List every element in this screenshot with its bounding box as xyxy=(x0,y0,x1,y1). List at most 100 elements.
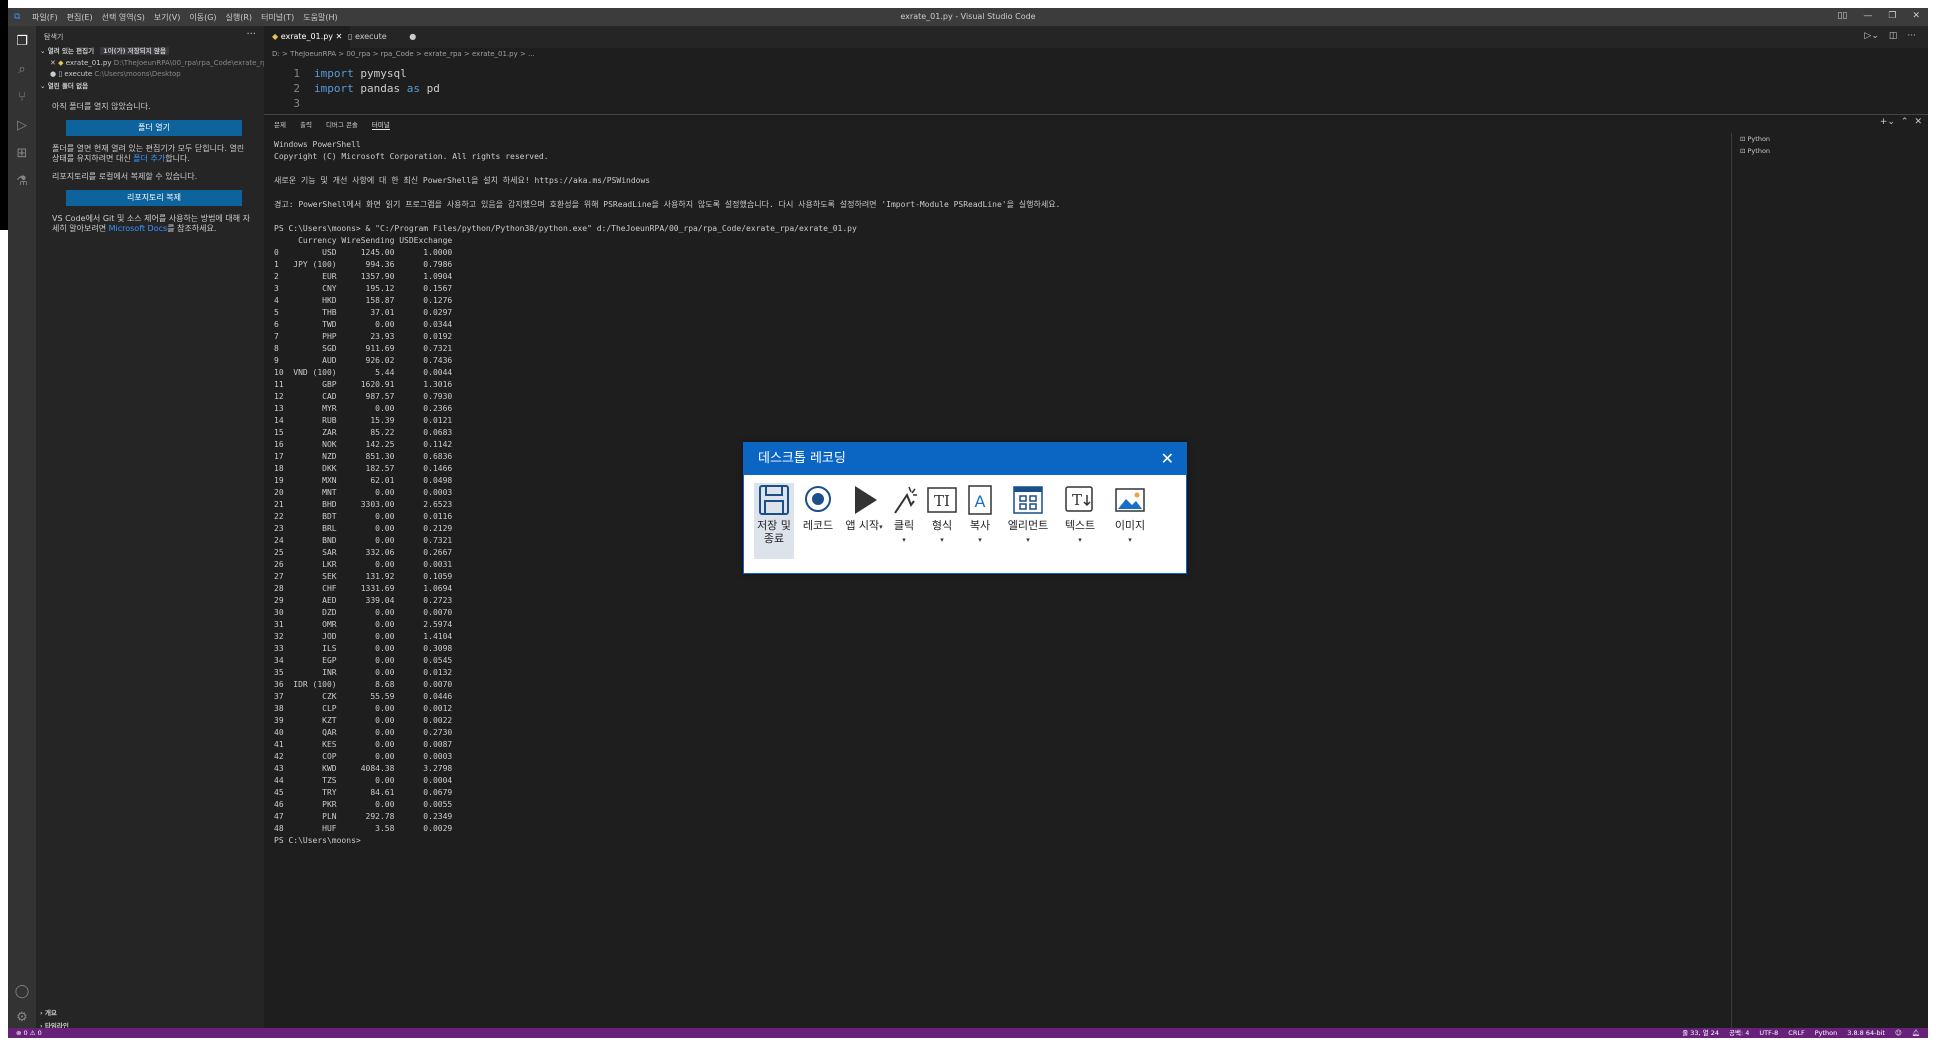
terminal-line: Windows PowerShell xyxy=(274,140,361,149)
restore-icon[interactable]: ❐ xyxy=(1888,11,1896,21)
title-bar: ⧉ 파일(F) 편집(E) 선택 영역(S) 보기(V) 이동(G) 실행(R)… xyxy=(8,8,1928,26)
terminal-line: Copyright (C) Microsoft Corporation. All… xyxy=(274,152,549,161)
run-debug-icon[interactable]: ▷ xyxy=(14,118,30,134)
click-button[interactable]: 클릭 ▾ xyxy=(884,483,924,559)
play-icon xyxy=(855,486,877,514)
terminal-table-row: 7 PHP 23.93 0.0192 xyxy=(274,332,453,341)
terminal-line: 경고: PowerShell에서 화면 읽기 프로그램을 사용하고 있음을 감지… xyxy=(274,200,1061,209)
copy-button[interactable]: A 복사 ▾ xyxy=(960,483,1000,559)
terminal-table-row: 42 COP 0.00 0.0003 xyxy=(274,752,453,761)
terminal-table-row: 12 CAD 987.57 0.7930 xyxy=(274,392,453,401)
terminal-table-row: 33 ILS 0.00 0.3098 xyxy=(274,644,453,653)
problems-status[interactable]: ⊗ 0 ⚠ 0 xyxy=(16,1028,42,1038)
encoding[interactable]: UTF-8 xyxy=(1759,1028,1778,1038)
terminal-table-row: 38 CLP 0.00 0.0012 xyxy=(274,704,453,713)
terminal-list-item[interactable]: ⊡ Python xyxy=(1732,133,1928,145)
minimize-icon[interactable]: — xyxy=(1863,11,1872,21)
tab-debug-console[interactable]: 디버그 콘솔 xyxy=(326,119,358,130)
source-control-icon[interactable]: ⑂ xyxy=(14,90,30,106)
line-endings[interactable]: CRLF xyxy=(1788,1028,1804,1038)
clone-repository-button[interactable]: 리포지토리 복제 xyxy=(66,190,242,206)
unsaved-badge: 1이(가) 저장되지 않음 xyxy=(100,47,169,55)
tab-execute[interactable]: ▯ execute ● xyxy=(340,26,424,48)
svg-text:A: A xyxy=(975,492,986,511)
open-editor-item[interactable]: ● ▯ execute C:\Users\moons\Desktop xyxy=(50,69,181,80)
close-icon[interactable]: ✕ xyxy=(1161,443,1174,475)
language-mode[interactable]: Python xyxy=(1815,1028,1838,1038)
split-editor-icon[interactable]: ◫ xyxy=(1889,31,1898,41)
activity-bar: ❐ ⌕ ⑂ ▷ ⊞ ⚗ ◯ ⚙ xyxy=(8,26,36,1028)
dropdown-caret-icon: ▾ xyxy=(1026,536,1030,544)
terminal-table-row: 31 OMR 0.00 2.5974 xyxy=(274,620,453,629)
terminal-table-row: 28 CHF 1331.69 1.0694 xyxy=(274,584,453,593)
element-icon xyxy=(1013,486,1043,514)
dropdown-caret-icon: ▾ xyxy=(879,523,883,531)
testing-icon[interactable]: ⚗ xyxy=(14,174,30,190)
explorer-icon[interactable]: ❐ xyxy=(14,34,30,50)
code-editor[interactable]: 1 import pymysql 2 import pandas as pd 3 xyxy=(264,66,439,111)
python-file-icon: ◆ xyxy=(272,32,281,41)
type-button[interactable]: TI 형식 ▾ xyxy=(922,483,962,559)
terminal-list-item[interactable]: ⊡ Python xyxy=(1732,145,1928,157)
outline-section[interactable]: › 개요 xyxy=(40,1008,57,1019)
feedback-icon[interactable]: ☺ xyxy=(1895,1028,1902,1038)
terminal-table-row: 30 DZD 0.00 0.0070 xyxy=(274,608,453,617)
account-icon[interactable]: ◯ xyxy=(14,984,30,1000)
extensions-icon[interactable]: ⊞ xyxy=(14,146,30,162)
dropdown-caret-icon: ▾ xyxy=(978,536,982,544)
terminal-table-row: 34 EGP 0.00 0.0545 xyxy=(274,656,453,665)
start-app-button[interactable]: 앱 시작▾ xyxy=(844,483,884,559)
editor-actions: ▷⌄ ◫ ··· xyxy=(1864,31,1916,41)
record-icon xyxy=(805,486,831,512)
open-editor-item[interactable]: ✕ ◆ exrate_01.py D:\TheJoeunRPA\00_rpa\r… xyxy=(50,58,272,69)
element-button[interactable]: 엘리먼트 ▾ xyxy=(1004,483,1052,559)
file-icon: ▯ xyxy=(348,32,355,41)
run-python-icon[interactable]: ▷⌄ xyxy=(1864,31,1878,41)
open-folder-button[interactable]: 폴더 열기 xyxy=(66,120,242,136)
image-button[interactable]: 이미지 ▾ xyxy=(1108,483,1152,559)
more-actions-icon[interactable]: ··· xyxy=(246,29,256,40)
terminal-table-row: 1 JPY (100) 994.36 0.7986 xyxy=(274,260,453,269)
microsoft-docs-link[interactable]: Microsoft Docs xyxy=(109,224,168,233)
cursor-position[interactable]: 줄 33, 열 24 xyxy=(1682,1028,1719,1038)
image-icon xyxy=(1115,488,1145,512)
terminal-prompt: PS C:\Users\moons> xyxy=(274,836,361,845)
add-folder-link[interactable]: 폴더 추가 xyxy=(133,154,165,163)
search-icon[interactable]: ⌕ xyxy=(14,62,30,78)
python-interpreter[interactable]: 3.8.8 64-bit xyxy=(1847,1028,1885,1038)
indentation[interactable]: 공백: 4 xyxy=(1729,1028,1749,1038)
tab-problems[interactable]: 문제 xyxy=(274,119,286,130)
close-panel-icon[interactable]: ✕ xyxy=(1914,117,1922,127)
tab-output[interactable]: 출력 xyxy=(300,119,312,130)
open-editors-section[interactable]: ⌄ 열려 있는 편집기 1이(가) 저장되지 않음 xyxy=(40,46,169,57)
docs-text: VS Code에서 Git 및 소스 제어를 사용하는 방법에 대해 자세히 알… xyxy=(52,214,250,233)
more-actions-icon[interactable]: ··· xyxy=(1907,31,1916,41)
code-line: 1 import pymysql xyxy=(293,67,407,80)
clone-text: 리포지토리를 로컬에서 복제할 수 있습니다. xyxy=(52,172,198,181)
layout-toggle-icon[interactable]: ▯▯ xyxy=(1837,11,1847,21)
tab-exrate[interactable]: ◆ exrate_01.py ✕ xyxy=(264,26,351,48)
terminal-table-row: 43 KWD 4084.38 3.2798 xyxy=(274,764,453,773)
terminal-table-row: 10 VND (100) 5.44 0.0044 xyxy=(274,368,453,377)
copy-icon: A xyxy=(968,485,992,515)
status-items: 줄 33, 열 24 공백: 4 UTF-8 CRLF Python 3.8.8… xyxy=(1682,1028,1920,1038)
notifications-icon[interactable]: 🔔︎ xyxy=(1912,1028,1920,1038)
tab-terminal[interactable]: 터미널 xyxy=(371,119,390,130)
save-and-exit-button[interactable]: 저장 및 종료 xyxy=(754,483,794,559)
breadcrumb[interactable]: D: > TheJoeunRPA > 00_rpa > rpa_Code > e… xyxy=(272,50,535,58)
terminal-table-row: 44 TZS 0.00 0.0004 xyxy=(274,776,453,785)
record-button[interactable]: 레코드 xyxy=(798,483,838,559)
modified-dot-icon: ● xyxy=(409,32,417,41)
dropdown-caret-icon: ▾ xyxy=(940,536,944,544)
dropdown-caret-icon: ▾ xyxy=(1078,536,1082,544)
settings-gear-icon[interactable]: ⚙ xyxy=(14,1010,30,1026)
maximize-panel-icon[interactable]: ⌃ xyxy=(1901,117,1909,127)
new-terminal-icon[interactable]: +⌄ xyxy=(1880,117,1895,127)
close-icon[interactable]: ✕ xyxy=(50,59,58,67)
no-folder-section[interactable]: ⌄ 열린 폴더 없음 xyxy=(40,81,88,92)
text-button[interactable]: T 텍스트 ▾ xyxy=(1058,483,1102,559)
close-window-icon[interactable]: ✕ xyxy=(1912,11,1920,21)
terminal-table-row: 14 RUB 15.39 0.0121 xyxy=(274,416,453,425)
